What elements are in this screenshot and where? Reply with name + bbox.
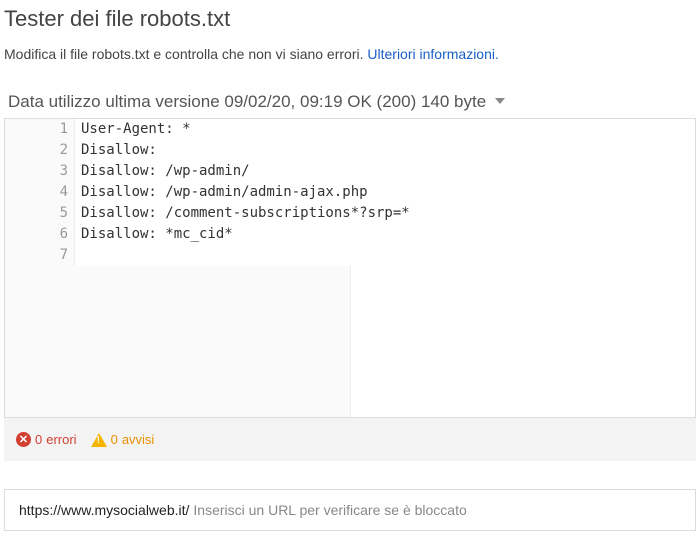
code-line: 3Disallow: /wp-admin/	[5, 161, 695, 182]
code-text[interactable]: Disallow:	[75, 140, 157, 161]
warning-icon	[91, 433, 107, 447]
line-number: 3	[5, 161, 75, 182]
url-test-box: https://www.mysocialweb.it/	[4, 489, 696, 531]
errors-indicator: ✕ 0 errori	[16, 432, 77, 447]
chevron-down-icon	[495, 98, 505, 104]
line-number: 5	[5, 203, 75, 224]
errors-count: 0	[35, 432, 42, 447]
messages-bar: ✕ 0 errori 0 avvisi	[4, 418, 696, 461]
code-text[interactable]: Disallow: /wp-admin/	[75, 161, 250, 182]
code-line: 2Disallow:	[5, 140, 695, 161]
intro-plain: Modifica il file robots.txt e controlla …	[4, 46, 367, 62]
warnings-label: avvisi	[122, 432, 155, 447]
line-number: 4	[5, 182, 75, 203]
line-number: 6	[5, 224, 75, 245]
code-text[interactable]: Disallow: /wp-admin/admin-ajax.php	[75, 182, 368, 203]
error-icon: ✕	[16, 432, 31, 447]
errors-label: errori	[46, 432, 76, 447]
url-test-input[interactable]	[193, 500, 681, 520]
version-status-text: Data utilizzo ultima versione 09/02/20, …	[8, 92, 486, 111]
page-title: Tester dei file robots.txt	[4, 6, 696, 32]
code-line: 5Disallow: /comment-subscriptions*?srp=*	[5, 203, 695, 224]
learn-more-link[interactable]: Ulteriori informazioni.	[367, 46, 498, 62]
warnings-indicator: 0 avvisi	[91, 432, 155, 447]
url-prefix: https://www.mysocialweb.it/	[19, 502, 189, 518]
robots-editor[interactable]: 1User-Agent: *2Disallow:3Disallow: /wp-a…	[4, 118, 696, 418]
code-line: 6Disallow: *mc_cid*	[5, 224, 695, 245]
code-line: 1User-Agent: *	[5, 119, 695, 140]
code-text[interactable]: Disallow: /comment-subscriptions*?srp=*	[75, 203, 410, 224]
code-text[interactable]: User-Agent: *	[75, 119, 191, 140]
warnings-count: 0	[111, 432, 118, 447]
intro-text: Modifica il file robots.txt e controlla …	[4, 46, 696, 62]
code-text[interactable]: Disallow: *mc_cid*	[75, 224, 233, 245]
line-number: 2	[5, 140, 75, 161]
line-number: 7	[5, 245, 75, 266]
version-status-dropdown[interactable]: Data utilizzo ultima versione 09/02/20, …	[0, 86, 700, 118]
code-line: 4Disallow: /wp-admin/admin-ajax.php	[5, 182, 695, 203]
line-number: 1	[5, 119, 75, 140]
code-line: 7	[5, 245, 695, 266]
